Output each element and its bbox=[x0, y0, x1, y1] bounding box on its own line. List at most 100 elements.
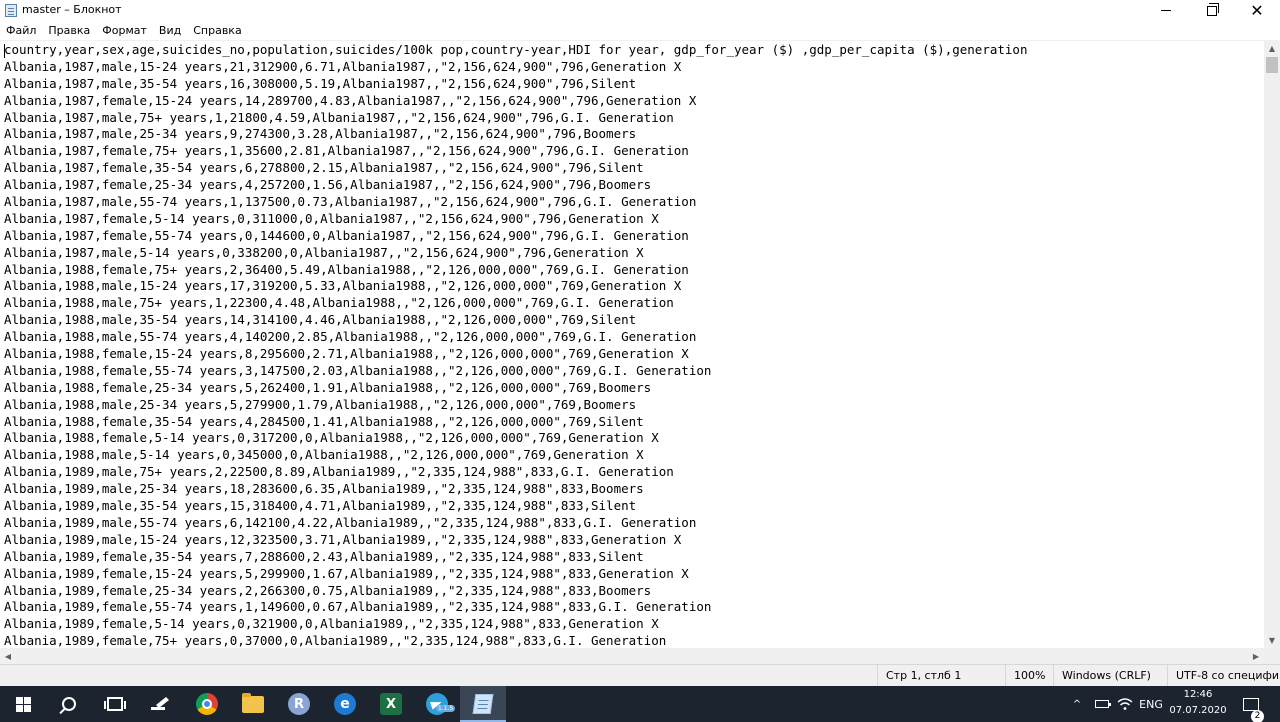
tray-clock[interactable]: 12:46 07.07.2020 bbox=[1166, 687, 1230, 721]
text-line[interactable]: Albania,1989,male,55-74 years,6,142100,4… bbox=[4, 515, 1028, 532]
text-line[interactable]: Albania,1988,female,75+ years,2,36400,5.… bbox=[4, 262, 1028, 279]
notepad-app-icon bbox=[5, 4, 17, 17]
edge-icon: e bbox=[334, 693, 356, 715]
menu-help[interactable]: Справка bbox=[187, 21, 247, 40]
text-line[interactable]: Albania,1988,male,35-54 years,14,314100,… bbox=[4, 312, 1028, 329]
title-bar[interactable]: master – Блокнот ✕ bbox=[0, 0, 1280, 21]
text-line[interactable]: Albania,1989,female,15-24 years,5,299900… bbox=[4, 566, 1028, 583]
taskbar-app-pen[interactable] bbox=[138, 686, 184, 722]
menu-edit[interactable]: Правка bbox=[42, 21, 96, 40]
text-line[interactable]: Albania,1987,female,5-14 years,0,311000,… bbox=[4, 211, 1028, 228]
status-bar: Стр 1, стлб 1 100% Windows (CRLF) UTF-8 … bbox=[0, 664, 1280, 686]
scroll-down-arrow-icon[interactable]: ▼ bbox=[1264, 632, 1280, 648]
text-line[interactable]: Albania,1988,female,25-34 years,5,262400… bbox=[4, 380, 1028, 397]
menu-view[interactable]: Вид bbox=[153, 21, 187, 40]
text-line[interactable]: Albania,1989,female,55-74 years,1,149600… bbox=[4, 599, 1028, 616]
folder-icon bbox=[242, 692, 264, 713]
notification-count-badge: 2 bbox=[1251, 710, 1264, 722]
search-icon bbox=[62, 697, 76, 711]
text-line[interactable]: Albania,1987,male,5-14 years,0,338200,0,… bbox=[4, 245, 1028, 262]
status-encoding: UTF-8 со спецификацией bbox=[1167, 665, 1280, 686]
text-line[interactable]: Albania,1987,male,15-24 years,21,312900,… bbox=[4, 59, 1028, 76]
text-editor[interactable]: country,year,sex,age,suicides_no,populat… bbox=[0, 40, 1264, 648]
taskbar: R e X ^ ENG 12:46 07.07.2020 bbox=[0, 686, 1280, 722]
text-line[interactable]: Albania,1989,male,15-24 years,12,323500,… bbox=[4, 532, 1028, 549]
menu-format[interactable]: Формат bbox=[96, 21, 153, 40]
wifi-icon bbox=[1117, 698, 1133, 710]
tray-overflow-chevron-icon[interactable]: ^ bbox=[1068, 686, 1086, 722]
search-button[interactable] bbox=[46, 686, 92, 722]
telegram-version-badge: 1.1.5 bbox=[436, 705, 456, 712]
text-line[interactable]: Albania,1989,male,25-34 years,18,283600,… bbox=[4, 481, 1028, 498]
status-line-ending: Windows (CRLF) bbox=[1053, 665, 1165, 686]
taskbar-app-notepad[interactable] bbox=[460, 686, 506, 722]
scroll-right-arrow-icon[interactable]: ▶ bbox=[1248, 648, 1264, 664]
windows-logo-icon bbox=[15, 696, 31, 712]
vertical-scrollbar[interactable]: ▲ ▼ bbox=[1264, 40, 1280, 648]
taskbar-app-telegram[interactable] bbox=[414, 686, 460, 722]
chrome-icon bbox=[196, 693, 218, 715]
window-title: master – Блокнот bbox=[22, 3, 122, 16]
text-line[interactable]: Albania,1989,female,35-54 years,7,288600… bbox=[4, 549, 1028, 566]
tray-battery[interactable] bbox=[1092, 686, 1112, 722]
taskbar-app-chrome[interactable] bbox=[184, 686, 230, 722]
restore-icon bbox=[1207, 2, 1219, 16]
close-button[interactable]: ✕ bbox=[1234, 0, 1280, 21]
text-line[interactable]: Albania,1987,female,75+ years,1,35600,2.… bbox=[4, 143, 1028, 160]
text-line[interactable]: Albania,1987,female,15-24 years,14,28970… bbox=[4, 93, 1028, 110]
r-icon: R bbox=[288, 693, 310, 715]
text-line[interactable]: Albania,1988,male,75+ years,1,22300,4.48… bbox=[4, 295, 1028, 312]
text-line[interactable]: Albania,1989,male,75+ years,2,22500,8.89… bbox=[4, 464, 1028, 481]
text-line[interactable]: Albania,1987,female,35-54 years,6,278800… bbox=[4, 160, 1028, 177]
scroll-left-arrow-icon[interactable]: ◀ bbox=[0, 648, 16, 664]
status-cursor-position: Стр 1, стлб 1 bbox=[877, 665, 1002, 686]
tray-language[interactable]: ENG bbox=[1136, 686, 1166, 722]
text-line[interactable]: Albania,1987,female,55-74 years,0,144600… bbox=[4, 228, 1028, 245]
maximize-button[interactable] bbox=[1189, 0, 1235, 21]
text-line[interactable]: Albania,1989,female,5-14 years,0,321900,… bbox=[4, 616, 1028, 633]
text-line[interactable]: Albania,1987,male,35-54 years,16,308000,… bbox=[4, 76, 1028, 93]
close-icon: ✕ bbox=[1250, 0, 1264, 20]
taskbar-app-r[interactable]: R bbox=[276, 686, 322, 722]
text-line[interactable]: Albania,1989,female,25-34 years,2,266300… bbox=[4, 583, 1028, 600]
clock-time: 12:46 bbox=[1183, 689, 1213, 700]
text-line[interactable]: Albania,1988,female,15-24 years,8,295600… bbox=[4, 346, 1028, 363]
menu-file[interactable]: Файл bbox=[0, 21, 42, 40]
taskbar-app-excel[interactable]: X bbox=[368, 686, 414, 722]
menu-bar: Файл Правка Формат Вид Справка bbox=[0, 21, 1280, 40]
text-line[interactable]: Albania,1988,female,35-54 years,4,284500… bbox=[4, 414, 1028, 431]
taskbar-app-explorer[interactable] bbox=[230, 686, 276, 722]
taskbar-app-edge[interactable]: e bbox=[322, 686, 368, 722]
text-line[interactable]: Albania,1988,female,5-14 years,0,317200,… bbox=[4, 430, 1028, 447]
task-view-icon bbox=[104, 697, 126, 711]
excel-icon: X bbox=[380, 693, 402, 715]
text-line[interactable]: Albania,1989,female,75+ years,0,37000,0,… bbox=[4, 633, 1028, 648]
battery-icon bbox=[1095, 700, 1111, 708]
text-line[interactable]: Albania,1988,male,25-34 years,5,279900,1… bbox=[4, 397, 1028, 414]
text-line[interactable]: Albania,1988,female,55-74 years,3,147500… bbox=[4, 363, 1028, 380]
editor-lines[interactable]: country,year,sex,age,suicides_no,populat… bbox=[4, 42, 1028, 648]
horizontal-scrollbar[interactable]: ◀ ▶ bbox=[0, 648, 1264, 664]
task-view-button[interactable] bbox=[92, 686, 138, 722]
start-button[interactable] bbox=[0, 686, 46, 722]
scrollbar-corner bbox=[1264, 648, 1280, 664]
text-line[interactable]: Albania,1989,male,35-54 years,15,318400,… bbox=[4, 498, 1028, 515]
text-line[interactable]: Albania,1988,male,5-14 years,0,345000,0,… bbox=[4, 447, 1028, 464]
minimize-button[interactable] bbox=[1143, 0, 1189, 21]
text-line[interactable]: Albania,1987,male,25-34 years,9,274300,3… bbox=[4, 126, 1028, 143]
scroll-up-arrow-icon[interactable]: ▲ bbox=[1264, 40, 1280, 56]
text-line[interactable]: Albania,1987,male,75+ years,1,21800,4.59… bbox=[4, 110, 1028, 127]
text-line[interactable]: Albania,1987,female,25-34 years,4,257200… bbox=[4, 177, 1028, 194]
minimize-icon bbox=[1161, 10, 1171, 11]
clock-date: 07.07.2020 bbox=[1169, 705, 1227, 716]
text-line[interactable]: country,year,sex,age,suicides_no,populat… bbox=[4, 42, 1028, 59]
text-line[interactable]: Albania,1987,male,55-74 years,1,137500,0… bbox=[4, 194, 1028, 211]
tray-wifi[interactable] bbox=[1115, 686, 1135, 722]
pen-icon bbox=[151, 697, 169, 710]
text-line[interactable]: Albania,1988,male,15-24 years,17,319200,… bbox=[4, 278, 1028, 295]
text-caret bbox=[4, 44, 5, 58]
notepad-icon bbox=[472, 694, 494, 714]
vertical-scroll-thumb[interactable] bbox=[1266, 57, 1278, 73]
status-zoom: 100% bbox=[1005, 665, 1051, 686]
text-line[interactable]: Albania,1988,male,55-74 years,4,140200,2… bbox=[4, 329, 1028, 346]
